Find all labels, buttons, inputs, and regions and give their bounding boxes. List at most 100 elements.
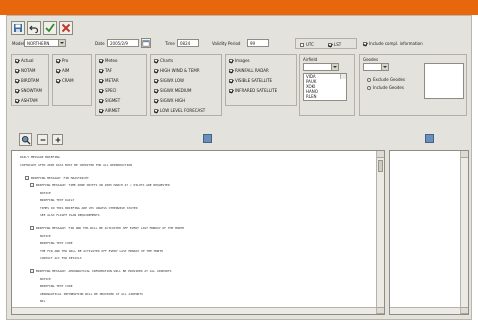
include-geodes-option[interactable]: Include Geodes <box>367 85 404 90</box>
message-scrollbar[interactable] <box>376 151 384 314</box>
checkbox[interactable] <box>56 78 60 83</box>
undo-button[interactable] <box>27 21 41 35</box>
detail-scrollbar[interactable] <box>460 151 468 314</box>
message-line[interactable]: - BRIEFING MESSAGE: FIR MAASTRICHT <box>25 175 89 180</box>
option-sigwx-high[interactable]: SIGWX HIGH <box>154 98 185 103</box>
airfield-select[interactable] <box>303 63 339 71</box>
checkbox[interactable] <box>154 58 158 63</box>
option-notam[interactable]: NOTAM <box>15 68 35 73</box>
expand-button[interactable] <box>52 134 63 145</box>
option-low-level-forecast[interactable]: LOW LEVEL FORECAST <box>154 108 205 113</box>
option-speci[interactable]: SPECI <box>99 88 116 93</box>
tree-toggle-icon[interactable]: - <box>30 226 34 230</box>
message-panel[interactable]: DAILY MESSAGE BRIEFING COPYRIGHT AFTN 200… <box>11 150 385 315</box>
checkbox[interactable] <box>99 78 103 83</box>
utc-checkbox[interactable] <box>300 42 304 47</box>
option-airmet[interactable]: AIRMET <box>99 108 120 113</box>
save-button[interactable] <box>11 21 25 35</box>
exclude-geodes-option[interactable]: Exclude Geodes <box>367 77 405 82</box>
undo-icon <box>29 25 39 33</box>
checkbox[interactable] <box>15 88 19 93</box>
include-compl-option[interactable]: Include compl. information <box>363 41 423 46</box>
checkbox[interactable] <box>154 108 158 113</box>
checkbox[interactable] <box>15 78 19 83</box>
message-line[interactable]: - BRIEFING MESSAGE: AERONAUTICAL INFORMAT… <box>30 269 171 273</box>
option-rainfall-radar[interactable]: RAINFALL RADAR <box>229 68 269 73</box>
checkbox[interactable] <box>229 88 233 93</box>
lst-checkbox[interactable] <box>328 42 332 47</box>
checkbox[interactable] <box>154 88 158 93</box>
utc-option[interactable]: UTC <box>300 42 314 47</box>
option-high-wind-temp[interactable]: HIGH WIND & TEMP. <box>154 68 200 73</box>
lst-option[interactable]: LST <box>328 42 341 47</box>
collapse-button[interactable] <box>37 134 48 145</box>
tree-toggle-icon[interactable]: - <box>30 269 34 273</box>
detail-panel[interactable] <box>389 150 469 315</box>
exclude-geodes-radio[interactable] <box>367 77 371 82</box>
option-aim[interactable]: AIM <box>56 68 69 73</box>
checkbox[interactable] <box>154 68 158 73</box>
search-button[interactable] <box>19 133 32 146</box>
checkbox[interactable] <box>99 88 103 93</box>
tree-toggle-icon[interactable]: - <box>25 175 29 180</box>
option-metar[interactable]: METAR <box>99 78 119 83</box>
checkbox[interactable] <box>15 68 19 73</box>
option-sigwx-low[interactable]: SIGWX LOW <box>154 78 184 83</box>
tree-toggle-icon[interactable]: - <box>30 183 34 187</box>
header-bar <box>0 0 478 15</box>
confirm-button[interactable] <box>43 21 57 35</box>
scroll-down-button[interactable] <box>377 307 384 314</box>
message-line[interactable]: - BRIEFING MESSAGE: FIR AND TMA WILL BE A… <box>30 226 184 230</box>
scroll-down-button[interactable] <box>461 307 468 314</box>
scroll-up-button[interactable] <box>377 151 384 158</box>
geodes-select[interactable] <box>363 63 389 71</box>
date-input[interactable]: 2005/2/9 <box>107 39 139 47</box>
scroll-thumb[interactable] <box>378 160 383 172</box>
option-meteo[interactable]: Meteo <box>99 58 117 63</box>
validity-input[interactable]: 99 <box>247 39 269 47</box>
option-images[interactable]: Images <box>229 58 250 63</box>
exclude-geodes-label: Exclude Geodes <box>373 77 406 82</box>
option-sigmet[interactable]: SIGMET <box>99 98 120 103</box>
checkbox[interactable] <box>229 78 233 83</box>
option-ashtam[interactable]: ASHTAM <box>15 98 38 103</box>
airfield-list-scrollbar[interactable] <box>340 74 346 79</box>
option-charts[interactable]: Charts <box>154 58 173 63</box>
airfield-list[interactable]: VIDA PAUK XOKI HANO RLEN <box>303 73 347 101</box>
checkbox[interactable] <box>56 68 60 73</box>
geodes-preview <box>424 63 464 99</box>
checkbox[interactable] <box>15 98 19 103</box>
option-birdtam[interactable]: BIRDTAM <box>15 78 39 83</box>
detail-hscrollbar[interactable] <box>390 307 460 314</box>
checkbox[interactable] <box>56 58 60 63</box>
option-taf[interactable]: TAF <box>99 68 112 73</box>
time-input[interactable]: 0824 <box>177 39 199 47</box>
include-geodes-radio[interactable] <box>367 85 371 90</box>
include-compl-checkbox[interactable] <box>363 41 367 46</box>
close-button[interactable] <box>59 21 73 35</box>
option-cram[interactable]: CRAM <box>56 78 74 83</box>
scroll-up-button[interactable] <box>461 151 468 158</box>
model-select[interactable]: NORTHERN <box>24 39 66 47</box>
panel-options-button[interactable] <box>203 134 212 143</box>
calendar-button[interactable] <box>141 38 151 48</box>
option-infrared-satellite[interactable]: INFRARED SATELLITE <box>229 88 277 93</box>
airfield-list-item[interactable]: RLEN <box>304 94 346 99</box>
option-pro[interactable]: Pro <box>56 58 68 63</box>
checkbox[interactable] <box>15 58 19 63</box>
option-visible-satellite[interactable]: VISIBLE SATELLITE <box>229 78 272 83</box>
message-line[interactable]: - BRIEFING MESSAGE: TIME ZONE SHIFTS ON 2… <box>30 183 170 187</box>
option-snowtam[interactable]: SNOWTAM <box>15 88 42 93</box>
checkbox[interactable] <box>154 98 158 103</box>
message-hscrollbar[interactable] <box>12 307 376 314</box>
checkbox[interactable] <box>99 108 103 113</box>
checkbox[interactable] <box>99 58 103 63</box>
checkbox[interactable] <box>154 78 158 83</box>
checkbox[interactable] <box>229 68 233 73</box>
detail-options-button[interactable] <box>425 134 434 143</box>
option-actual[interactable]: Actual <box>15 58 34 63</box>
checkbox[interactable] <box>99 68 103 73</box>
option-sigwx-medium[interactable]: SIGWX MEDIUM <box>154 88 191 93</box>
checkbox[interactable] <box>229 58 233 63</box>
checkbox[interactable] <box>99 98 103 103</box>
